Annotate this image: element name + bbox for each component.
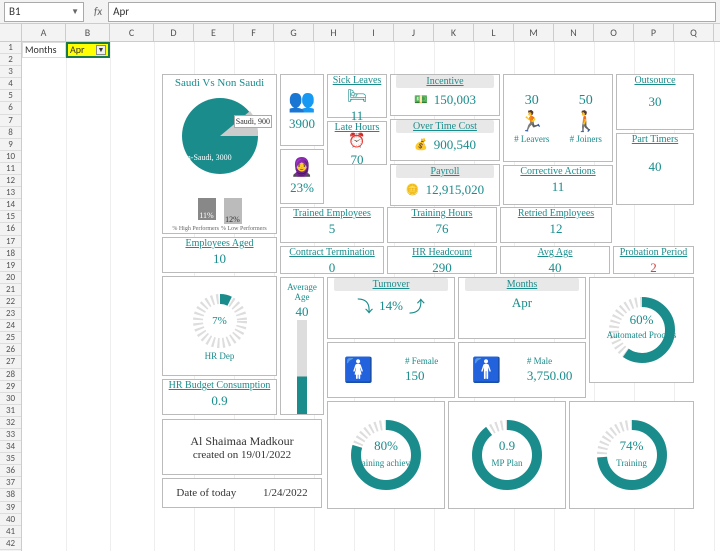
row-header[interactable]: 29 [0,381,21,393]
col-header[interactable]: G [274,24,314,41]
saudi-title: Saudi Vs Non Saudi [175,77,264,89]
col-header[interactable]: J [394,24,434,41]
row-header[interactable]: 4 [0,78,21,90]
col-header[interactable]: H [314,24,354,41]
row-header[interactable]: 35 [0,453,21,465]
row-header[interactable]: 20 [0,272,21,284]
row-header[interactable]: 7 [0,115,21,127]
payroll-title: Payroll [396,165,493,178]
incentive-title: Incentive [396,75,493,88]
col-header[interactable]: B [66,24,110,41]
row-header[interactable]: 6 [0,102,21,114]
coins-icon: 🪙 [406,183,420,196]
fx-label: fx [94,5,102,18]
male-icon: 🚹 [472,356,502,385]
col-header[interactable]: N [554,24,594,41]
col-header[interactable]: O [594,24,634,41]
row-header[interactable]: 17 [0,236,21,248]
col-header[interactable]: D [154,24,194,41]
row-header[interactable]: 11 [0,163,21,175]
col-header[interactable]: E [194,24,234,41]
person-icon: 🧕 [291,157,313,178]
row-header[interactable]: 42 [0,538,21,550]
corrective-title: Corrective Actions [520,166,595,177]
select-all-corner[interactable] [0,24,22,41]
col-header[interactable]: K [434,24,474,41]
row-header[interactable]: 33 [0,429,21,441]
col-header[interactable]: A [22,24,66,41]
author: Al Shaimaa Madkour [190,434,293,449]
col-header[interactable]: L [474,24,514,41]
pt-title: Part Timers [632,134,678,145]
money-icon: 💰 [414,138,428,151]
row-header[interactable]: 39 [0,502,21,514]
outsource-title: Outsource [634,75,675,86]
donut-mp [467,415,547,495]
bed-icon: 🛏 [347,86,367,106]
row-header[interactable]: 28 [0,369,21,381]
row-header[interactable]: 41 [0,526,21,538]
nonsaudi-label: Non-Saudi, 3000 [177,153,232,162]
late-title: Late Hours [335,122,380,133]
row-header[interactable]: 30 [0,393,21,405]
cell-a1[interactable]: Months [22,42,66,58]
row-header[interactable]: 16 [0,223,21,235]
col-header[interactable]: Q [674,24,714,41]
row-header[interactable]: 26 [0,344,21,356]
female-icon: 🚺 [344,356,374,385]
row-header[interactable]: 23 [0,308,21,320]
row-header[interactable]: 40 [0,514,21,526]
col-header[interactable]: M [514,24,554,41]
runner-icon: 🏃 [514,109,549,134]
clock-icon: ⏰ [348,133,365,150]
row-header[interactable]: 10 [0,151,21,163]
row-header[interactable]: 27 [0,356,21,368]
people-icon: 👥 [288,88,315,114]
donut-tach [346,415,426,495]
row-header[interactable]: 36 [0,465,21,477]
walker-icon: 🚶 [570,109,602,134]
col-header[interactable]: I [354,24,394,41]
people-count: 3900 [289,116,315,132]
row-header[interactable]: 38 [0,489,21,501]
row-header[interactable]: 22 [0,296,21,308]
cash-icon: 💵 [414,93,428,106]
row-header[interactable]: 31 [0,405,21,417]
row-header[interactable]: 12 [0,175,21,187]
row-header[interactable]: 21 [0,284,21,296]
cell-b1-dropdown[interactable]: Apr▼ [66,42,110,58]
sick-title: Sick Leaves [333,75,382,86]
row-header[interactable]: 2 [0,54,21,66]
name-box[interactable]: B1▼ [4,2,84,22]
pie-chart-icon [175,91,265,181]
row-header[interactable]: 8 [0,127,21,139]
row-header[interactable]: 5 [0,90,21,102]
col-header[interactable]: P [634,24,674,41]
cycle-icon: ⤵14%⤴ [357,293,425,317]
ot-title: Over Time Cost [396,120,493,133]
row-header[interactable]: 34 [0,441,21,453]
created-on: created on 19/01/2022 [193,449,291,461]
formula-bar[interactable]: Apr [108,2,716,22]
row-header[interactable]: 15 [0,211,21,223]
row-header[interactable]: 19 [0,260,21,272]
row-header[interactable]: 18 [0,248,21,260]
row-header[interactable]: 37 [0,477,21,489]
row-header[interactable]: 25 [0,332,21,344]
saudi-label: Saudi, 900 [234,115,272,128]
row-header[interactable]: 13 [0,187,21,199]
col-header[interactable]: C [110,24,154,41]
col-header[interactable]: F [234,24,274,41]
dropdown-icon[interactable]: ▼ [96,45,106,55]
row-header[interactable]: 14 [0,199,21,211]
row-header[interactable]: 1 [0,42,21,54]
row-header[interactable]: 24 [0,320,21,332]
bar-icon [297,320,307,414]
donut-train [592,415,672,495]
row-header[interactable]: 32 [0,417,21,429]
row-header[interactable]: 9 [0,139,21,151]
row-header[interactable]: 3 [0,66,21,78]
